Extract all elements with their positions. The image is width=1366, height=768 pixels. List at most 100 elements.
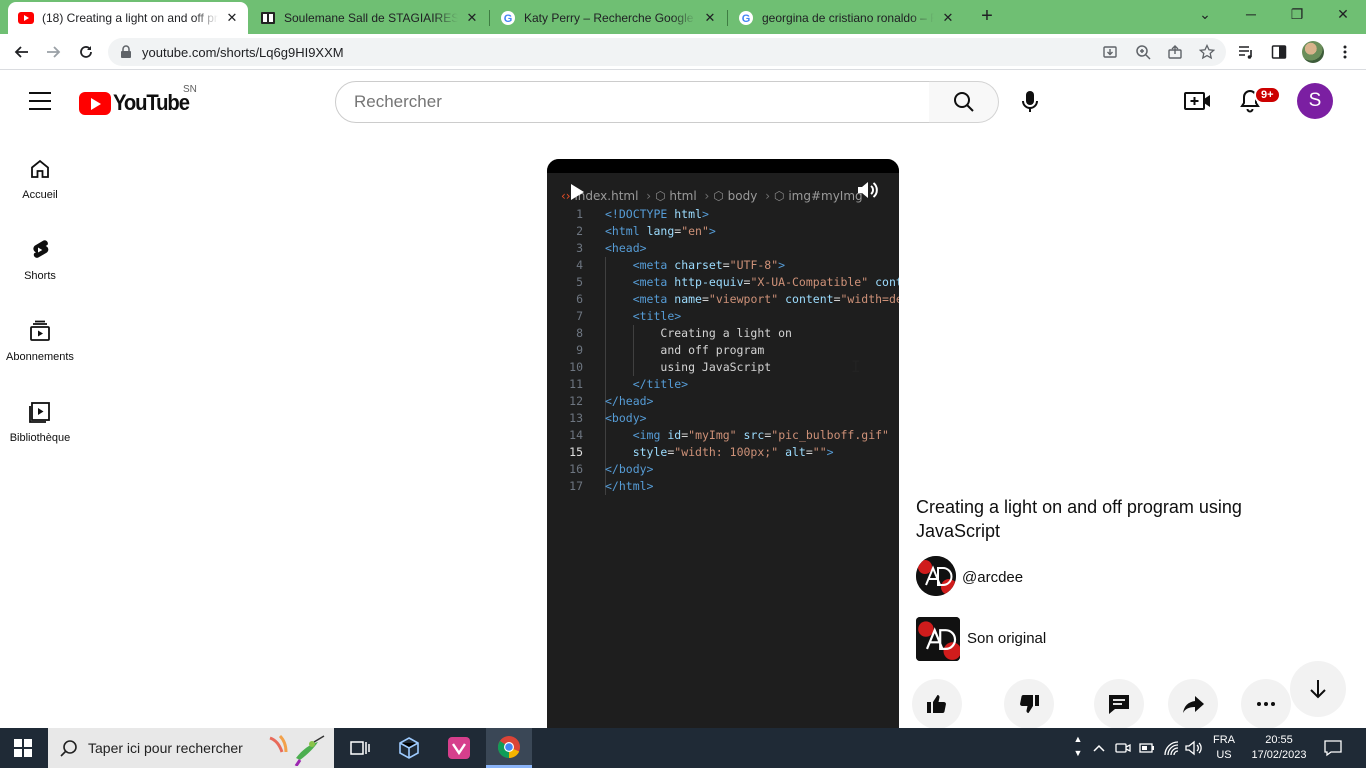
code-line: 2 <html lang="en"> (547, 223, 899, 240)
share-icon[interactable] (1167, 44, 1183, 60)
channel-avatar[interactable] (916, 556, 956, 596)
bookmark-star-icon[interactable] (1199, 44, 1215, 60)
code-line: 10 using JavaScript (547, 359, 899, 376)
sidebar-item-subscriptions[interactable]: Abonnements (0, 305, 80, 375)
short-title[interactable]: Creating a light on and off program usin… (916, 495, 1256, 543)
install-app-icon[interactable] (1102, 44, 1118, 60)
sound-thumbnail[interactable] (916, 617, 960, 661)
account-avatar[interactable]: S (1297, 83, 1333, 119)
next-short-button[interactable] (1290, 661, 1346, 717)
minimize-button[interactable]: ─ (1236, 6, 1266, 26)
side-panel-icon[interactable] (1271, 44, 1287, 60)
code-text: </html> (605, 479, 654, 493)
dislike-button[interactable] (1004, 679, 1054, 729)
tab-close-icon[interactable]: ✕ (224, 10, 240, 26)
clock[interactable]: 20:55 17/02/2023 (1244, 733, 1314, 763)
comments-button[interactable] (1094, 679, 1144, 729)
sidebar-item-library[interactable]: Bibliothèque (0, 386, 80, 456)
volume-icon (858, 182, 878, 198)
country-code: SN (183, 84, 197, 95)
tab-title: georgina de cristiano ronaldo – Recherch… (762, 11, 934, 25)
tab-close-icon[interactable]: ✕ (464, 10, 480, 26)
create-button[interactable] (1184, 89, 1212, 118)
line-number: 16 (569, 462, 583, 476)
tab-search-chevron-icon[interactable]: ⌄ (1190, 6, 1220, 26)
new-tab-button[interactable]: + (976, 6, 998, 28)
code-text: <img id="myImg" src="pic_bulboff.gif" (632, 428, 889, 442)
tab-stagiaires[interactable]: Soulemane Sall de STAGIAIRES Banque ✕ (250, 2, 488, 34)
kebab-menu-icon[interactable] (1337, 44, 1353, 60)
comment-icon (1109, 695, 1129, 714)
taskbar-app-virtualbox[interactable] (386, 728, 432, 768)
voice-search-button[interactable] (1014, 86, 1046, 118)
battery-icon[interactable] (1139, 741, 1155, 755)
tab-georgina[interactable]: G georgina de cristiano ronaldo – Recher… (728, 2, 964, 34)
line-number: 9 (576, 343, 583, 357)
line-number: 12 (569, 394, 583, 408)
code-line: 16 </body> (547, 461, 899, 478)
task-view-button[interactable] (337, 728, 383, 768)
restore-button[interactable]: ❐ (1282, 6, 1312, 26)
like-button[interactable] (912, 679, 962, 729)
subscriptions-icon (30, 320, 50, 341)
sidebar-item-label: Shorts (24, 270, 56, 282)
speaker-icon[interactable] (1185, 740, 1203, 756)
share-button[interactable] (1168, 679, 1218, 729)
tab-title: (18) Creating a light on and off program… (42, 11, 218, 25)
svg-text:G: G (504, 13, 513, 25)
address-bar[interactable]: youtube.com/shorts/Lq6g9HI9XXM (108, 38, 1226, 66)
taskbar-scroll-arrows[interactable]: ▲ ▼ (1072, 732, 1084, 764)
youtube-favicon-icon (18, 10, 34, 26)
chevron-up-icon[interactable] (1092, 741, 1106, 755)
tab-katy-perry[interactable]: G Katy Perry – Recherche Google ✕ (490, 2, 726, 34)
sidebar-item-home[interactable]: Accueil (0, 143, 80, 213)
guide-menu-icon[interactable] (29, 92, 51, 110)
microphone-icon (1022, 91, 1038, 112)
media-controls-icon[interactable] (1238, 44, 1254, 60)
search-input[interactable] (354, 92, 914, 112)
notification-center-icon[interactable] (1324, 739, 1342, 757)
editor-breadcrumb: ‹› index.html › ⬡ html › ⬡ body › ⬡ img#myI… (561, 189, 863, 203)
more-horizontal-icon (1257, 702, 1275, 706)
play-button[interactable] (569, 183, 585, 206)
meet-now-icon[interactable] (1115, 740, 1131, 756)
code-line: 4 <meta charset="UTF-8"> (547, 257, 899, 274)
taskbar-search-box[interactable]: Taper ici pour rechercher (48, 728, 334, 768)
code-line: 3 <head> (547, 240, 899, 257)
search-button[interactable] (929, 81, 999, 123)
notification-count-badge: 9+ (1254, 86, 1281, 104)
start-button[interactable] (0, 728, 46, 768)
volume-button[interactable] (857, 180, 879, 205)
line-number: 6 (576, 292, 583, 306)
tab-youtube[interactable]: (18) Creating a light on and off program… (8, 2, 248, 34)
zoom-icon[interactable] (1135, 44, 1151, 60)
original-sound-link[interactable]: Son original (967, 630, 1046, 647)
search-box[interactable] (335, 81, 930, 123)
tab-close-icon[interactable]: ✕ (940, 10, 956, 26)
close-window-button[interactable]: ✕ (1328, 6, 1358, 26)
taskbar-app-purple[interactable] (436, 728, 482, 768)
code-text: style="width: 100px;" alt=""> (632, 445, 834, 459)
short-video-player[interactable]: ‹› index.html › ⬡ html › ⬡ body › ⬡ img#myI… (547, 159, 899, 728)
youtube-wordmark: YouTube (113, 90, 190, 115)
tab-close-icon[interactable]: ✕ (702, 10, 718, 26)
forward-button[interactable] (42, 41, 64, 63)
reload-button[interactable] (75, 41, 97, 63)
line-number: 1 (576, 207, 583, 221)
sidebar-item-label: Bibliothèque (9, 432, 71, 444)
code-line: 14 <img id="myImg" src="pic_bulboff.gif" (547, 427, 899, 444)
wifi-icon[interactable] (1163, 740, 1181, 756)
sidebar-item-shorts[interactable]: Shorts (0, 224, 80, 294)
browser-profile-avatar[interactable] (1302, 41, 1324, 63)
code-line: 1 <!DOCTYPE html> (547, 206, 899, 223)
taskbar-app-chrome[interactable] (486, 728, 532, 768)
line-number: 3 (576, 241, 583, 255)
channel-name[interactable]: @arcdee (962, 569, 1023, 586)
more-actions-button[interactable] (1241, 679, 1291, 729)
youtube-logo[interactable]: YouTube SN (79, 84, 197, 116)
code-text: <title> (632, 309, 682, 323)
back-button[interactable] (11, 41, 33, 63)
input-language[interactable]: FRA US (1208, 733, 1240, 763)
arrow-down-icon (1310, 680, 1326, 699)
breadcrumb-item: img#myImg (788, 189, 863, 203)
